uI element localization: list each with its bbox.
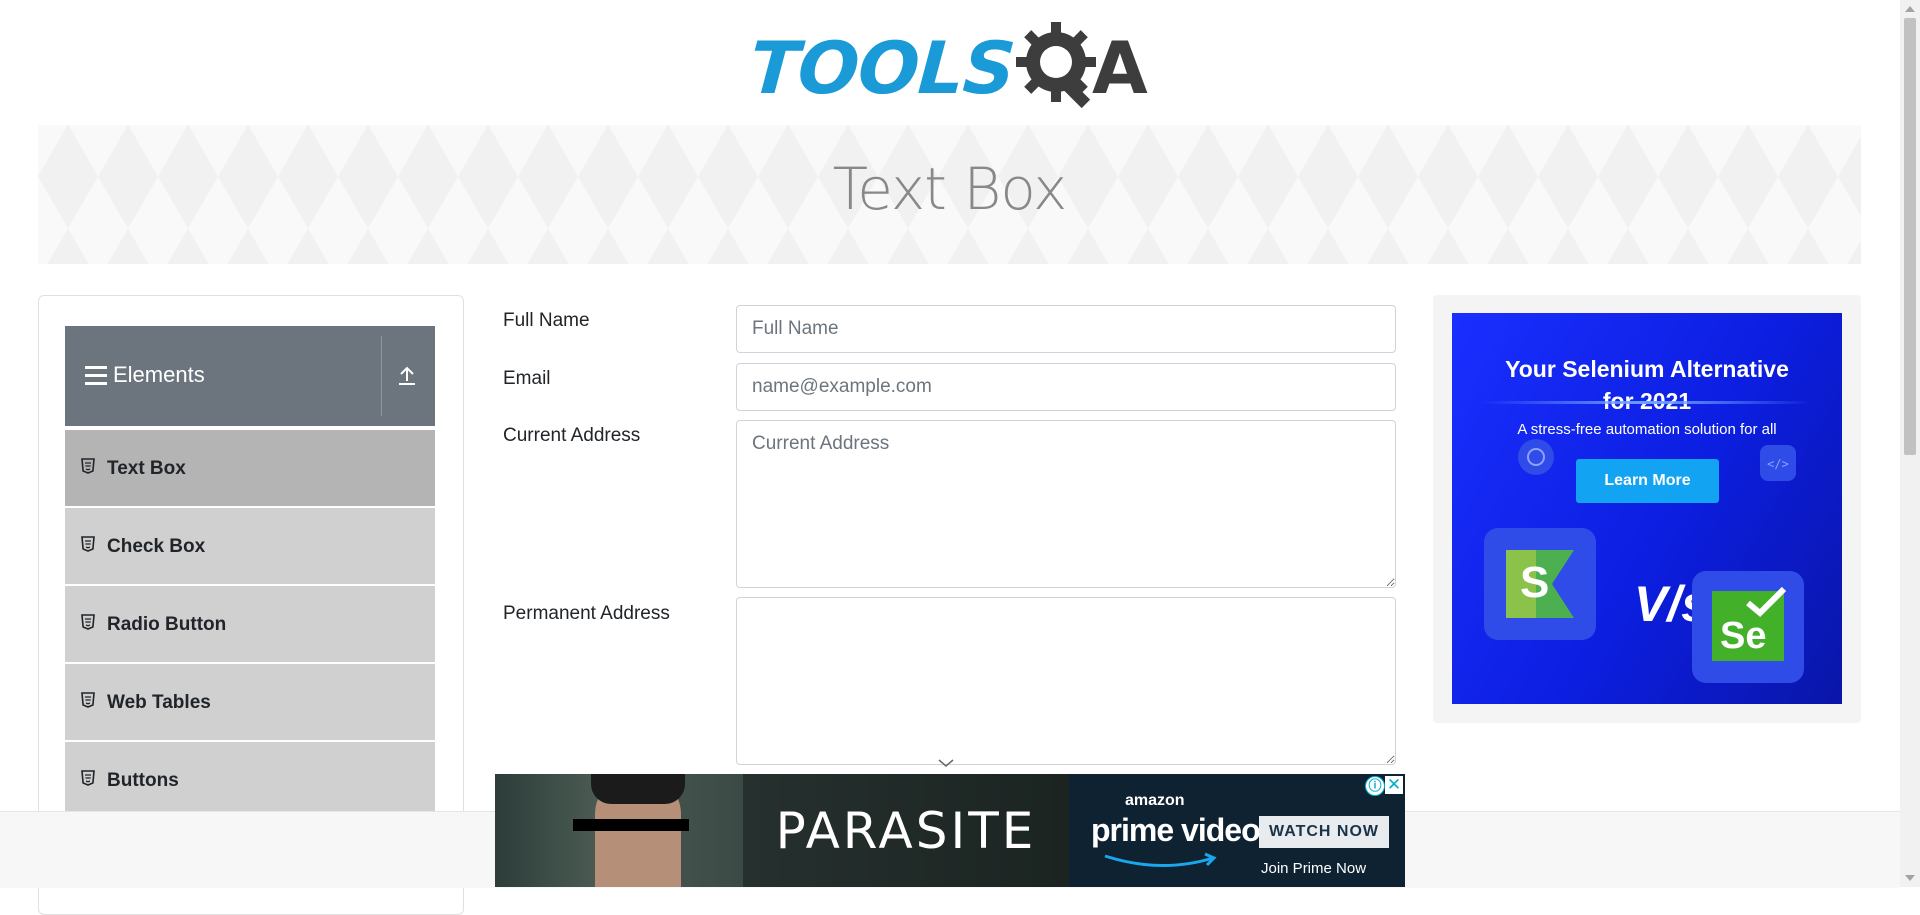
sidebar-item-buttons[interactable]: Buttons — [65, 740, 435, 818]
amazon-label: amazon — [1125, 792, 1185, 809]
ad-headline-line1: Your Selenium Alternative — [1505, 356, 1789, 382]
sidebar-item-label: Radio Button — [107, 614, 227, 635]
sidebar-item-web-tables[interactable]: Web Tables — [65, 662, 435, 740]
poster-hair — [591, 774, 685, 804]
katalon-logo-tile: S — [1484, 528, 1596, 640]
poster-censor-bar — [573, 819, 689, 831]
permanent-address-textarea[interactable] — [736, 597, 1396, 765]
checkmark-icon — [1746, 586, 1787, 618]
current-address-label: Current Address — [503, 425, 641, 446]
ad-poster-image — [495, 774, 743, 887]
svg-text:</>: </> — [1767, 457, 1789, 471]
sidebar-item-text-box[interactable]: Text Box — [65, 428, 435, 506]
page-title: Text Box — [832, 155, 1068, 223]
prime-video-logo: prime video — [1091, 812, 1261, 848]
scroll-thumb[interactable] — [1904, 18, 1916, 455]
sidebar-item-check-box[interactable]: Check Box — [65, 506, 435, 584]
amazon-smile-icon — [1104, 852, 1217, 868]
sidebar-item-label: Buttons — [107, 770, 179, 791]
scroll-down-arrow-icon[interactable] — [1905, 875, 1915, 881]
full-name-label: Full Name — [503, 310, 590, 331]
katalon-letter: S — [1520, 558, 1550, 607]
permanent-address-label: Permanent Address — [503, 603, 670, 624]
html5-icon — [81, 770, 95, 786]
email-input[interactable] — [736, 363, 1396, 411]
scroll-up-arrow-icon[interactable] — [1905, 6, 1915, 12]
clock-icon — [1518, 439, 1554, 475]
logo-text-a: A — [1092, 26, 1148, 110]
sidebar-item-label: Check Box — [107, 536, 206, 557]
vertical-scrollbar[interactable] — [1900, 0, 1920, 887]
elements-group-header[interactable]: Elements — [65, 326, 435, 426]
email-label: Email — [503, 368, 551, 389]
bottom-banner-ad[interactable]: PARASITE amazon prime video WATCH NOW Jo… — [495, 774, 1405, 887]
learn-more-button[interactable]: Learn More — [1576, 459, 1719, 503]
html5-icon — [81, 614, 95, 630]
side-ad[interactable]: Your Selenium Alternative for 2021 A str… — [1452, 313, 1842, 704]
ad-subline: A stress-free automation solution for al… — [1517, 421, 1777, 438]
sidebar-item-label: Web Tables — [107, 692, 211, 713]
ad-headline: Your Selenium Alternative for 2021 — [1452, 353, 1842, 417]
code-tag-icon: </> — [1760, 445, 1796, 481]
watch-now-button[interactable]: WATCH NOW — [1259, 816, 1389, 848]
sidebar-item-label: Text Box — [107, 458, 186, 479]
sidebar-item-radio-button[interactable]: Radio Button — [65, 584, 435, 662]
elements-menu: Text Box Check Box Radio Button Web Tabl… — [65, 428, 435, 818]
selenium-logo-tile: Se — [1692, 571, 1804, 683]
html5-icon — [81, 536, 95, 552]
hamburger-icon — [85, 366, 107, 390]
html5-icon — [81, 692, 95, 708]
header-divider — [381, 336, 382, 416]
chevron-down-icon[interactable] — [937, 756, 955, 770]
html5-icon — [81, 458, 95, 474]
join-prime-text: Join Prime Now — [1261, 860, 1367, 877]
selenium-letters: Se — [1720, 615, 1767, 657]
collapse-arrow-icon[interactable] — [397, 364, 417, 386]
ad-divider — [1482, 401, 1812, 404]
ad-close-icon[interactable]: ✕ — [1385, 776, 1403, 794]
page-banner: Text Box — [38, 125, 1861, 264]
full-name-input[interactable] — [736, 305, 1396, 353]
toolsqa-logo[interactable]: TOOLS A — [747, 18, 1154, 114]
ad-movie-title: PARASITE — [775, 802, 1037, 860]
current-address-textarea[interactable] — [736, 420, 1396, 588]
logo-text-tools: TOOLS — [747, 26, 1018, 110]
ad-info-icon[interactable]: ⓘ — [1365, 776, 1385, 796]
group-title: Elements — [113, 362, 205, 387]
